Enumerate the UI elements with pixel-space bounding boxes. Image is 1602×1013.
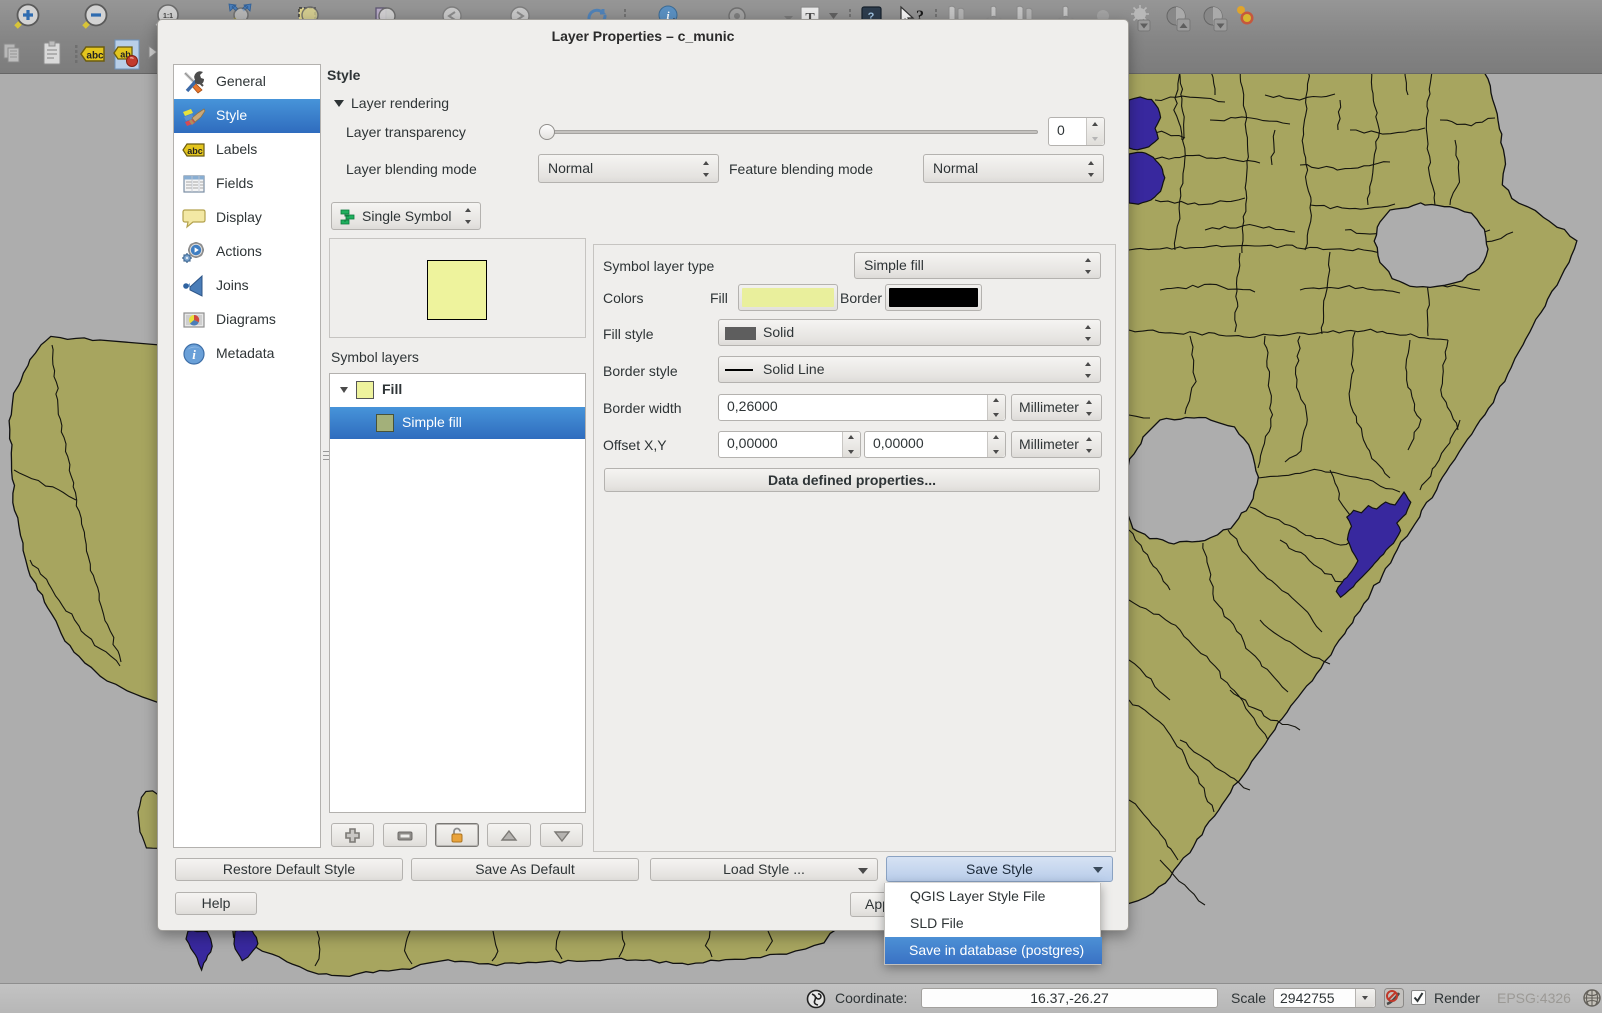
svg-text:abc: abc (187, 146, 203, 156)
svg-text:i: i (192, 347, 196, 362)
svg-text:abc: abc (86, 51, 104, 62)
